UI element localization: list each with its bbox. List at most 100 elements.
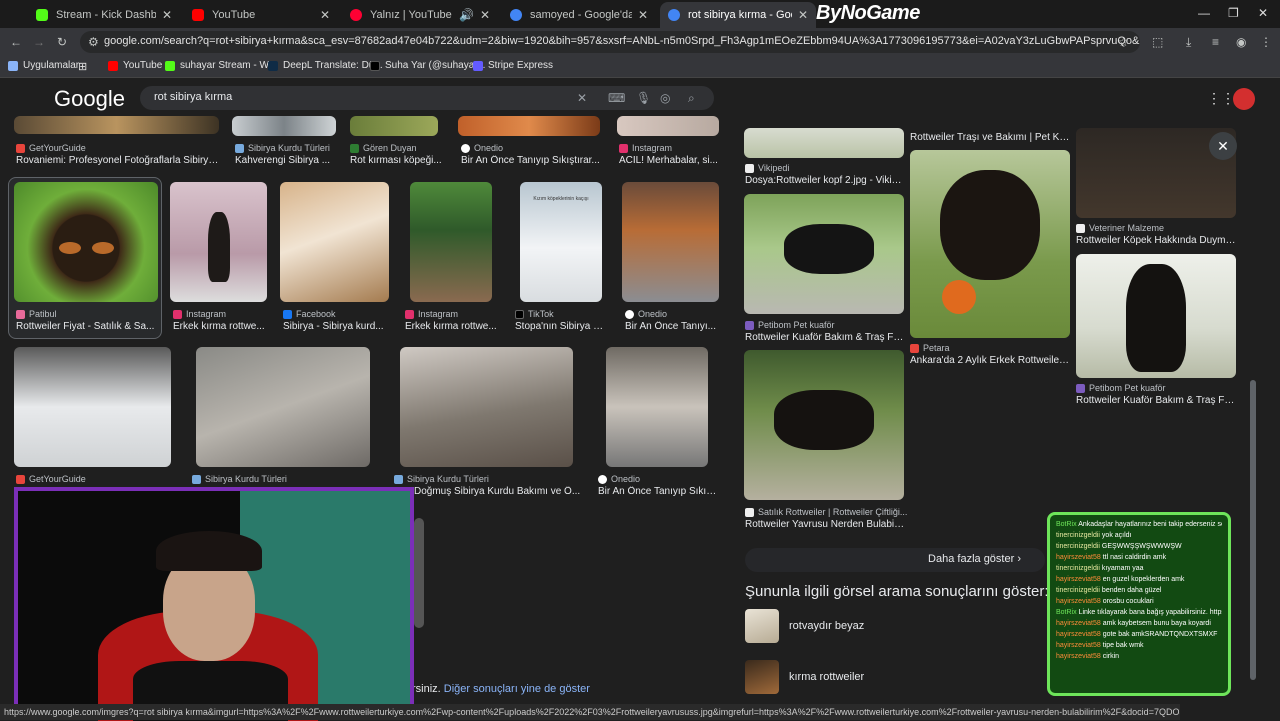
chat-message: tinercinizgeldii kıyamam yaa — [1056, 563, 1222, 574]
result-title[interactable]: Doğmuş Sibirya Kurdu Bakımı ve Ö... — [414, 486, 582, 497]
menu-icon[interactable]: ⋮ — [1260, 35, 1272, 49]
tab-youtube[interactable]: YouTube ✕ — [184, 2, 338, 28]
url-input[interactable]: google.com/search?q=rot+sibirya+kırma&sc… — [80, 31, 1140, 53]
bookmark-apps[interactable]: Uygulamalar — [8, 60, 79, 71]
image-result[interactable] — [410, 182, 492, 302]
image-result[interactable] — [617, 116, 719, 136]
result-title[interactable]: Rot kırması köpeği... — [350, 155, 442, 166]
extensions-icon[interactable]: ⬚ — [1152, 35, 1163, 49]
media-control-icon[interactable]: ≡ — [1212, 35, 1219, 49]
result-title[interactable]: Dosya:Rottweiler kopf 2.jpg - Vikipedi — [745, 175, 905, 186]
search-icon[interactable]: ⌕ — [688, 91, 695, 106]
result-title[interactable]: Bir An Önce Tanıyıp Sıkış... — [598, 486, 718, 497]
source-label: GetYourGuide — [16, 474, 86, 484]
chat-text: amk kaybetsem bunu baya koyardi — [1102, 620, 1211, 627]
profile-icon[interactable]: ◉ — [1236, 35, 1246, 49]
onedio-icon — [625, 309, 634, 319]
bookmark-star-icon[interactable]: ☆ — [1118, 35, 1129, 49]
show-more-button[interactable]: Daha fazla göster › — [745, 548, 1045, 572]
lens-icon[interactable]: ◎ — [660, 91, 670, 105]
window-close-icon[interactable]: ✕ — [1258, 6, 1268, 20]
streamer-hair — [156, 531, 262, 571]
site-info-icon[interactable]: ⚙ — [88, 35, 99, 49]
google-logo[interactable]: Google — [54, 86, 125, 112]
image-result[interactable] — [196, 347, 370, 467]
result-title[interactable]: ACİL! Merhabalar, si... — [619, 155, 719, 166]
image-result[interactable]: Kızım köpeklerinin kaçışı — [520, 182, 602, 302]
image-result[interactable] — [458, 116, 600, 136]
minimize-icon[interactable]: — — [1198, 6, 1210, 20]
scrollbar[interactable] — [1250, 380, 1256, 680]
image-result[interactable] — [14, 182, 158, 302]
avatar[interactable] — [1233, 88, 1255, 110]
result-title[interactable]: Bir An Önce Tanıyı... — [625, 321, 719, 332]
result-title[interactable]: Rottweiler Traşı ve Bakımı | Pet Koleji.… — [910, 132, 1070, 143]
grid-icon[interactable]: ⊞ — [78, 60, 87, 73]
close-icon[interactable]: ✕ — [480, 8, 490, 22]
result-title[interactable]: Bir An Önce Tanıyıp Sıkıştırar... — [461, 155, 601, 166]
result-title[interactable]: Erkek kırma rottwe... — [173, 321, 267, 332]
close-icon[interactable]: ✕ — [798, 8, 808, 22]
tab-rot-sibirya[interactable]: rot sibirya kırma - Google'da Ara✕ — [660, 2, 816, 28]
bookmark-deepl[interactable]: DeepL Translate: Dü... — [268, 60, 383, 71]
bookmark-tiktok[interactable]: Suha Yar (@suhayar... — [370, 60, 485, 71]
keyboard-icon[interactable]: ⌨ — [608, 91, 625, 105]
result-title[interactable]: Rottweiler Kuaför Bakım & Traş Fiyatları… — [1076, 395, 1236, 406]
result-title[interactable]: Kahverengi Sibirya ... — [235, 155, 335, 166]
result-title[interactable]: Stopa'nın Sibirya K... — [515, 321, 607, 332]
tab-kick[interactable]: Stream - Kick Dashboard✕ — [28, 2, 180, 28]
search-input[interactable]: rot sibirya kırma — [140, 86, 714, 110]
patibul-icon — [16, 309, 25, 319]
related-item[interactable]: rotvaydır beyaz — [745, 609, 864, 643]
chat-username: hayirszeviat58 — [1056, 620, 1101, 627]
result-title[interactable]: Rottweiler Fiyat - Satılık & Sa... — [16, 321, 156, 332]
bookmark-kick[interactable]: suhayar Stream - W... — [165, 60, 277, 71]
image-result[interactable] — [350, 116, 438, 136]
image-result[interactable] — [1076, 254, 1236, 378]
clear-icon[interactable]: ✕ — [577, 91, 587, 105]
chat-username: hayirszeviat58 — [1056, 598, 1101, 605]
close-icon[interactable]: ✕ — [320, 8, 330, 22]
mic-icon[interactable]: 🎙 — [636, 91, 651, 105]
image-result[interactable] — [910, 150, 1070, 338]
download-icon[interactable]: ⤓ — [1186, 35, 1191, 50]
result-title[interactable]: Rottweiler Kuaför Bakım & Traş Fiyatları… — [745, 332, 905, 343]
image-result[interactable] — [744, 128, 904, 158]
image-result[interactable] — [606, 347, 708, 467]
maximize-icon[interactable]: ❐ — [1228, 6, 1239, 20]
image-result[interactable] — [232, 116, 336, 136]
result-title[interactable]: Rovaniemi: Profesyonel Fotoğraflarla Sib… — [16, 155, 221, 166]
forward-icon[interactable]: → — [33, 35, 45, 49]
reload-icon[interactable]: ↻ — [57, 35, 67, 49]
result-title[interactable]: Ankara'da 2 Aylık Erkek Rottweiler... — [910, 355, 1070, 366]
speaker-icon[interactable]: 🔊 — [459, 8, 474, 22]
source-label: GetYourGuide — [16, 143, 86, 153]
tab-samoyed[interactable]: samoyed - Google'da Ara✕ — [502, 2, 656, 28]
result-title[interactable]: Rottweiler Köpek Hakkında Duymadığın... — [1076, 235, 1236, 246]
bookmark-stripe[interactable]: Stripe Express — [473, 60, 553, 71]
result-title[interactable]: Erkek kırma rottwe... — [405, 321, 497, 332]
bookmark-youtube[interactable]: YouTube — [108, 60, 162, 71]
chat-text: ttl nasi caldirdin amk — [1102, 554, 1167, 561]
image-result[interactable] — [14, 347, 171, 467]
image-result[interactable] — [744, 194, 904, 314]
result-title[interactable]: Sibirya - Sibirya kurd... — [283, 321, 389, 332]
image-result[interactable] — [14, 116, 219, 134]
chat-text: cirkin — [1102, 653, 1120, 660]
image-result[interactable] — [414, 518, 424, 628]
image-result[interactable] — [280, 182, 389, 302]
back-icon[interactable]: ← — [10, 35, 22, 49]
result-title[interactable]: Rottweiler Yavrusu Nerden Bulabilirim -.… — [745, 519, 905, 530]
image-result[interactable] — [400, 347, 573, 467]
other-results-link[interactable]: Diğer sonuçları yine de göster — [444, 683, 590, 695]
close-icon[interactable]: ✕ — [162, 8, 172, 22]
source-label: Sibirya Kurdu Türleri — [235, 143, 330, 153]
close-icon[interactable]: ✕ — [638, 8, 648, 22]
image-result[interactable] — [170, 182, 267, 302]
image-result[interactable] — [744, 350, 904, 500]
onedio-icon — [598, 474, 607, 484]
close-preview-icon[interactable]: ✕ — [1209, 132, 1237, 160]
tab-youtube-music[interactable]: Yalnız | YouTube Music🔊✕ — [342, 2, 498, 28]
image-result[interactable] — [622, 182, 719, 302]
related-item[interactable]: kırma rottweiler — [745, 660, 864, 694]
